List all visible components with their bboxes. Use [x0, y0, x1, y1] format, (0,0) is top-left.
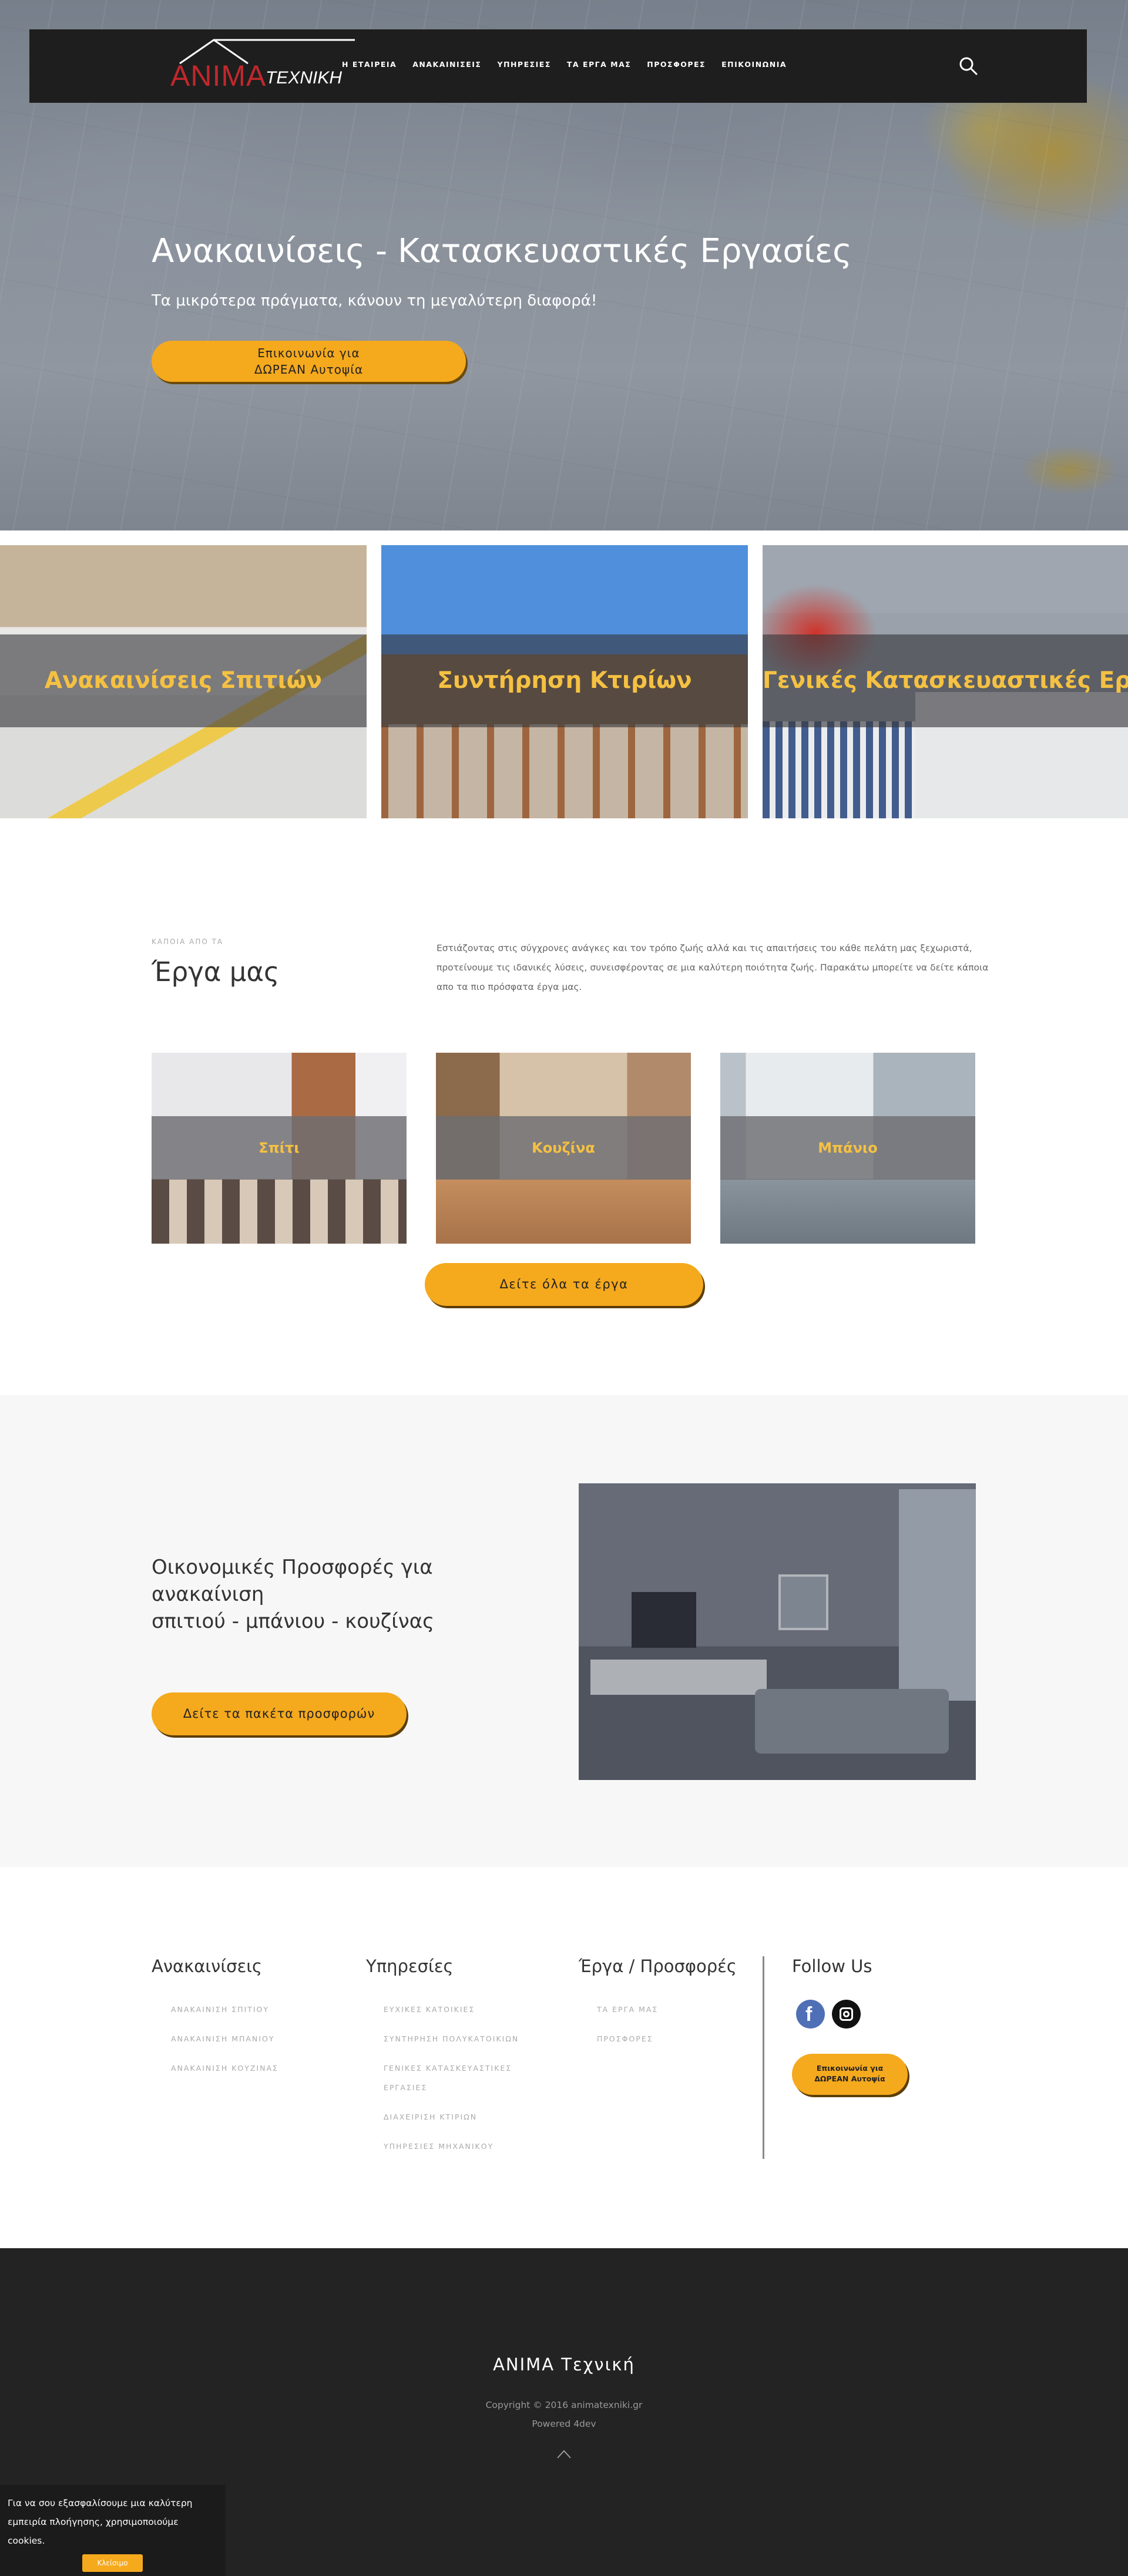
project-card-house[interactable]: Σπίτι	[152, 1053, 407, 1244]
footer-link[interactable]: ΔΙΑΧΕΙΡΙΣΗ ΚΤΙΡΙΩΝ	[384, 2107, 519, 2127]
footer-link[interactable]: ΕΡΓΑΣΙΕΣ	[384, 2078, 519, 2097]
main-nav: Η ΕΤΑΙΡΕΙΑ ΑΝΑΚΑΙΝΙΣΕΙΣ ΥΠΗΡΕΣΙΕΣ ΤΑ ΕΡΓ…	[342, 60, 803, 69]
instagram-icon[interactable]	[832, 2000, 861, 2028]
nav-item-company[interactable]: Η ΕΤΑΙΡΕΙΑ	[342, 60, 397, 69]
hero-subtitle: Τα μικρότερα πράγματα, κάνουν τη μεγαλύτ…	[152, 292, 597, 310]
hero-section: ANIMA ΤΕΧΝΙΚΗ Η ΕΤΑΙΡΕΙΑ ΑΝΑΚΑΙΝΙΣΕΙΣ ΥΠ…	[0, 0, 1128, 530]
cookie-banner: Για να σου εξασφαλίσουμε μια καλύτερη εμ…	[0, 2485, 226, 2576]
logo-text-main: ANIMA	[170, 59, 267, 92]
logo-text-sub: ΤΕΧΝΙΚΗ	[266, 68, 343, 88]
nav-item-contact[interactable]: ΕΠΙΚΟΙΝΩΝΙΑ	[721, 60, 787, 69]
nav-item-offers[interactable]: ΠΡΟΣΦΟΡΕΣ	[647, 60, 706, 69]
cta-line-2: ΔΩΡΕΑΝ Αυτοψία	[254, 362, 364, 377]
footer-col-title-projects-offers: Έργα / Προσφορές	[579, 1956, 737, 1976]
footer-col-title-follow: Follow Us	[792, 1956, 872, 1976]
footer-link[interactable]: ΑΝΑΚΑΙΝΙΣΗ ΣΠΙΤΙΟΥ	[171, 2000, 278, 2019]
search-icon[interactable]	[958, 55, 979, 76]
offers-title: Οικονομικές Προσφορές για ανακαίνιση σπι…	[152, 1556, 435, 1633]
living-room-image	[579, 1483, 976, 1780]
footer-brand: ANIMA Τεχνική	[493, 2355, 635, 2375]
navbar: ANIMA ΤΕΧΝΙΚΗ Η ΕΤΑΙΡΕΙΑ ΑΝΑΚΑΙΝΙΣΕΙΣ ΥΠ…	[29, 29, 1087, 103]
projects-title: Έργα μας	[152, 956, 280, 988]
footer-links-services: ΕΥΧΙΚΕΣ ΚΑΤΟΙΚΙΕΣ ΣΥΝΤΗΡΗΣΗ ΠΟΛΥΚΑΤΟΙΚΙΩ…	[384, 2000, 519, 2166]
footer-link[interactable]: ΠΡΟΣΦΟΡΕΣ	[597, 2029, 658, 2048]
facebook-icon[interactable]: f	[796, 2000, 825, 2028]
footer-col-title-renovations: Ανακαινίσεις	[152, 1956, 263, 1976]
footer-free-inspection-button[interactable]: Επικοινωνία για ΔΩΡΕΑΝ Αυτοψία	[792, 2054, 908, 2095]
view-all-projects-button[interactable]: Δείτε όλα τα έργα	[425, 1263, 703, 1306]
nav-item-renovations[interactable]: ΑΝΑΚΑΙΝΙΣΕΙΣ	[412, 60, 481, 69]
project-card-label: Μπάνιο	[818, 1140, 878, 1156]
footer-copyright: Copyright © 2016 animatexniki.gr Powered…	[485, 2400, 643, 2429]
project-card-label: Σπίτι	[258, 1140, 300, 1156]
nav-item-services[interactable]: ΥΠΗΡΕΣΙΕΣ	[497, 60, 550, 69]
service-tile-label: Ανακαινίσεις Σπιτιών	[44, 667, 323, 694]
projects-description: Εστιάζοντας στις σύγχρονες ανάγκες και τ…	[437, 943, 989, 992]
hero-title: Ανακαινίσεις - Κατασκευαστικές Εργασίες	[152, 232, 852, 270]
service-tile-label: Γενικές Κατασκευαστικές Εργασίες	[763, 667, 1128, 694]
service-tile-home-renovations[interactable]: Ανακαινίσεις Σπιτιών	[0, 545, 367, 818]
cookie-text: Για να σου εξασφαλίσουμε μια καλύτερη εμ…	[8, 2498, 193, 2546]
cookie-close-button[interactable]: Κλείσιμο	[82, 2554, 143, 2572]
projects-kicker: ΚΑΠΟΙΑ ΑΠΟ ΤΑ	[152, 938, 224, 946]
cta-line-1: Επικοινωνία για	[257, 346, 360, 360]
nav-item-our-projects[interactable]: ΤΑ ΕΡΓΑ ΜΑΣ	[567, 60, 631, 69]
free-inspection-button[interactable]: Επικοινωνία για ΔΩΡΕΑΝ Αυτοψία	[152, 341, 466, 382]
footer-link[interactable]: ΥΠΗΡΕΣΙΕΣ ΜΗΧΑΝΙΚΟΥ	[384, 2137, 519, 2156]
service-tile-building-maintenance[interactable]: Συντήρηση Κτιρίων	[381, 545, 748, 818]
footer-link[interactable]: ΑΝΑΚΑΙΝΙΣΗ ΜΠΑΝΙΟΥ	[171, 2029, 278, 2048]
view-offer-packages-button[interactable]: Δείτε τα πακέτα προσφορών	[152, 1692, 407, 1735]
project-card-label: Κουζίνα	[532, 1140, 595, 1156]
service-tile-general-construction[interactable]: Γενικές Κατασκευαστικές Εργασίες	[763, 545, 1128, 818]
project-card-bathroom[interactable]: Μπάνιο	[720, 1053, 975, 1244]
footer-link[interactable]: ΤΑ ΕΡΓΑ ΜΑΣ	[597, 2000, 658, 2019]
footer-links-projects-offers: ΤΑ ΕΡΓΑ ΜΑΣ ΠΡΟΣΦΟΡΕΣ	[597, 2000, 658, 2058]
site-logo[interactable]: ANIMA ΤΕΧΝΙΚΗ	[170, 38, 364, 96]
footer-link[interactable]: ΓΕΝΙΚΕΣ ΚΑΤΑΣΚΕΥΑΣΤΙΚΕΣ	[384, 2058, 519, 2078]
project-card-kitchen[interactable]: Κουζίνα	[436, 1053, 691, 1244]
chevron-up-icon[interactable]	[556, 2449, 572, 2459]
footer-link[interactable]: ΑΝΑΚΑΙΝΙΣΗ ΚΟΥΖΙΝΑΣ	[171, 2058, 278, 2078]
footer-divider	[763, 1956, 764, 2159]
footer-links-renovations: ΑΝΑΚΑΙΝΙΣΗ ΣΠΙΤΙΟΥ ΑΝΑΚΑΙΝΙΣΗ ΜΠΑΝΙΟΥ ΑΝ…	[171, 2000, 278, 2088]
service-tile-label: Συντήρηση Κτιρίων	[437, 667, 692, 694]
footer-link[interactable]: ΣΥΝΤΗΡΗΣΗ ΠΟΛΥΚΑΤΟΙΚΙΩΝ	[384, 2029, 519, 2048]
footer-link[interactable]: ΕΥΧΙΚΕΣ ΚΑΤΟΙΚΙΕΣ	[384, 2000, 519, 2019]
footer-col-title-services: Υπηρεσίες	[366, 1956, 454, 1976]
